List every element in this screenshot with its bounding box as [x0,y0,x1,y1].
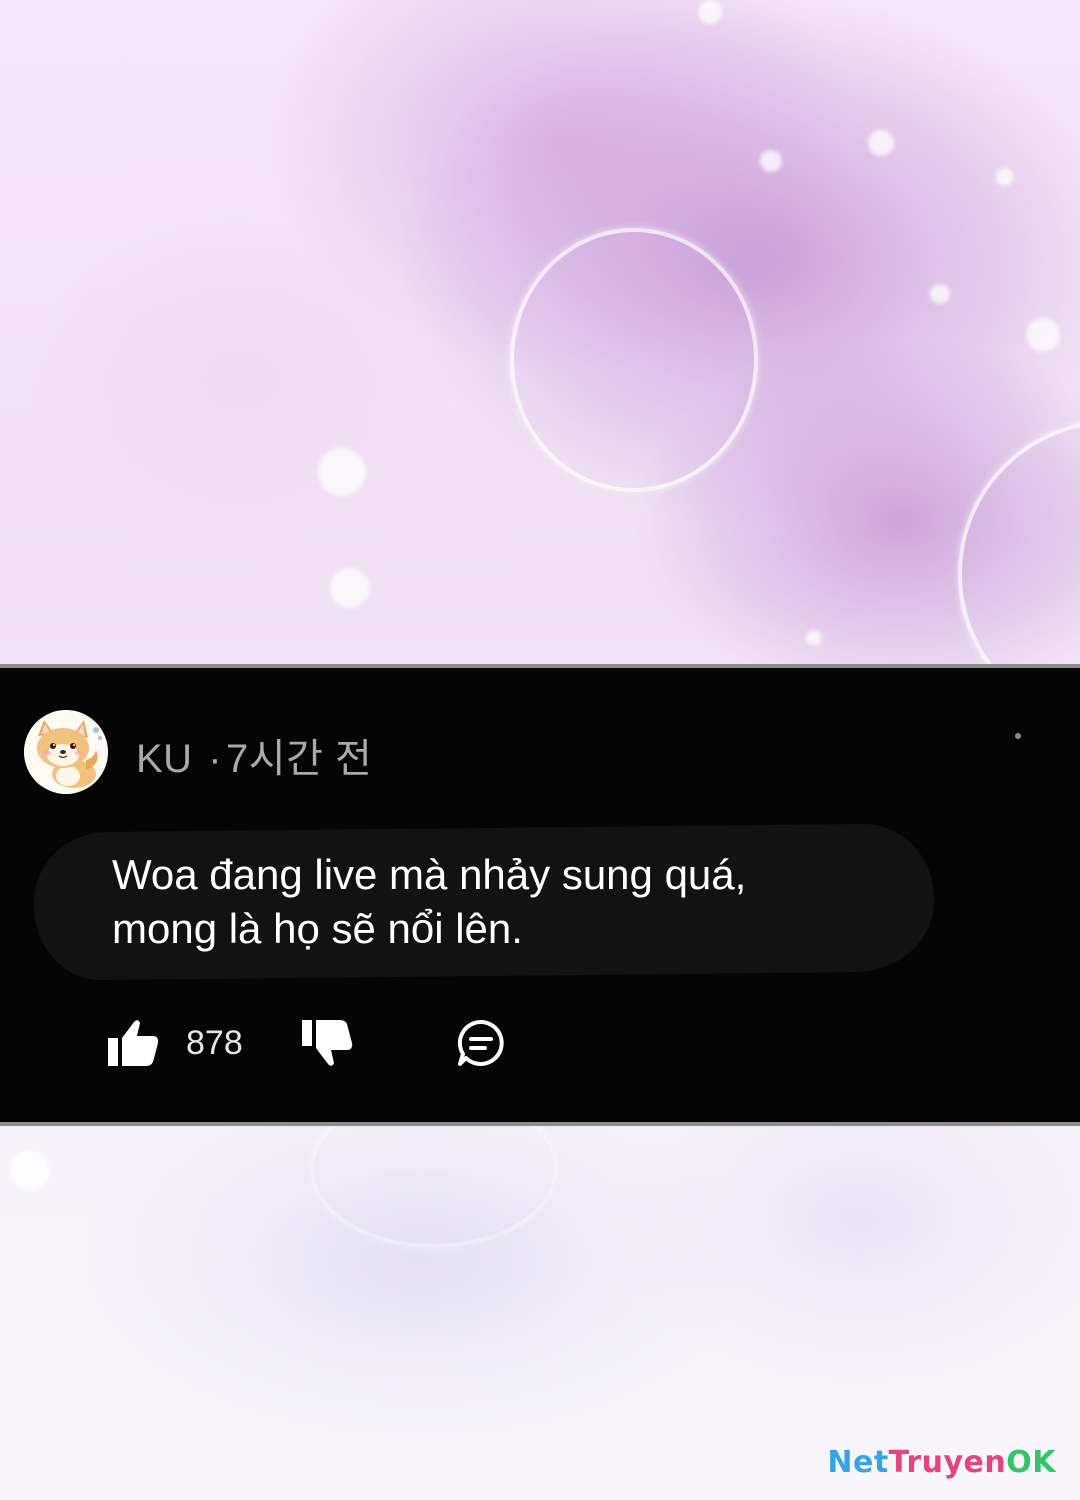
timestamp: 7시간 전 [226,737,373,781]
comment-body: Woa đang live mà nhảy sung quá, mong là … [112,848,892,956]
avatar[interactable] [24,710,108,794]
bokeh-dot [996,168,1014,186]
bokeh-dot [1026,318,1060,352]
comment-text-line: mong là họ sẽ nổi lên. [112,905,523,952]
dislike-button[interactable] [300,1018,354,1068]
shiba-dog-avatar-icon [24,710,108,794]
comment-card: KU · 7시간 전 Woa đang live mà nhảy sung quá… [0,664,1080,1126]
bokeh-dot [318,448,366,496]
site-watermark: NetTruyenOK [827,1445,1056,1480]
thumbs-down-icon [302,1020,353,1066]
comic-page: KU · 7시간 전 Woa đang live mà nhảy sung quá… [0,0,1080,1500]
thumbs-up-icon [108,1020,159,1066]
comment-bubble-icon [457,1019,504,1066]
author-name[interactable]: KU [136,737,193,781]
bokeh-dot [868,130,894,156]
bokeh-dot [330,568,370,608]
bokeh-dot [10,1150,50,1190]
bokeh-ring [510,228,758,492]
bokeh-dot [698,0,722,24]
bokeh-dot [930,284,950,304]
like-count: 878 [186,1023,243,1062]
reply-button[interactable] [456,1018,506,1068]
bokeh-dot [760,150,782,172]
like-button[interactable]: 878 [106,1018,243,1068]
comment-text-line: Woa đang live mà nhảy sung quá, [112,851,747,898]
bokeh-dot [806,630,822,646]
more-options-icon[interactable] [1015,733,1021,739]
comment-meta: KU · 7시간 전 [136,726,372,784]
meta-separator: · [208,737,223,781]
